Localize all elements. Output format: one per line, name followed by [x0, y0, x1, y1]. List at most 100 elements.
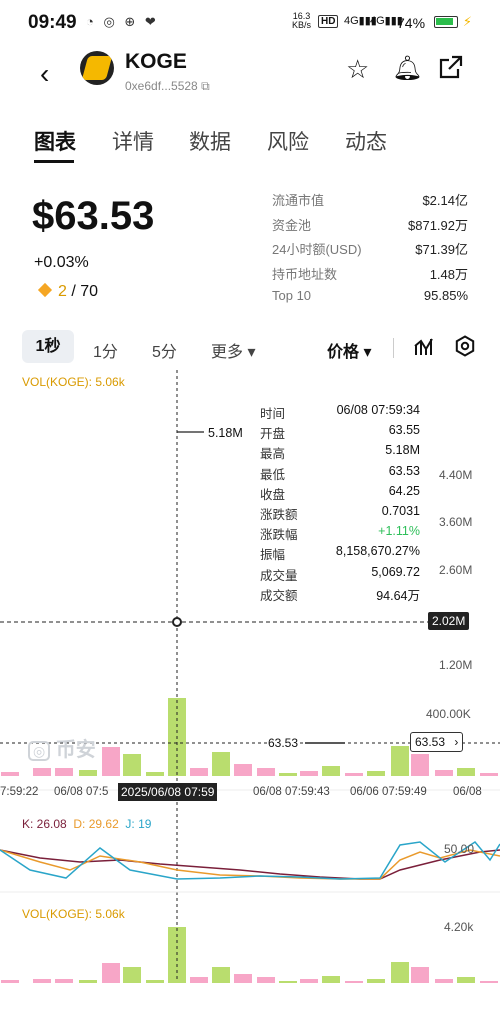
tooltip-row: 振幅 8,158,670.27% — [260, 544, 420, 564]
copy-icon[interactable]: ⧉ — [201, 79, 210, 93]
sub-volume-bar — [190, 977, 208, 983]
sub-vol-axis-label: 4.20k — [444, 920, 474, 934]
kdj-axis-label: 50.00 — [444, 842, 475, 856]
y-axis-label: 2.60M — [439, 563, 473, 577]
back-icon[interactable]: ‹ — [40, 58, 49, 90]
time-label: 06/06 07:59:49 — [350, 786, 427, 798]
tooltip-row: 涨跌额 0.7031 — [260, 504, 420, 524]
sub-volume-bar — [300, 979, 318, 983]
kdj-j-value: J: 19 — [125, 817, 152, 831]
token-address[interactable]: 0xe6df...5528 ⧉ — [125, 79, 210, 94]
crosshair-value-label: 2.02M — [428, 612, 470, 630]
crosshair-point — [172, 617, 182, 627]
volume-bar — [391, 746, 409, 776]
tooltip-label: 收盘 — [260, 487, 286, 502]
status-time: 09:49 — [28, 12, 77, 33]
sub-volume-bar — [279, 981, 297, 983]
sub-volume-bar — [480, 981, 498, 983]
sub-volume-bar — [55, 979, 73, 983]
sub-volume-bar — [33, 979, 51, 983]
stat-value: $871.92万 — [408, 217, 468, 233]
stat-value: $71.39亿 — [415, 242, 468, 257]
tooltip-label: 成交额 — [260, 588, 298, 603]
tooltip-row: 时间 06/08 07:59:34 — [260, 403, 420, 423]
sub-volume-bars — [1, 927, 498, 983]
volume-bar — [55, 768, 73, 776]
star-icon[interactable]: ☆ — [346, 54, 369, 85]
tooltip-label: 涨跌幅 — [260, 528, 298, 543]
sub-volume-bar — [146, 980, 164, 983]
volume-bar — [411, 754, 429, 776]
volume-bar — [190, 768, 208, 776]
token-header: ‹ KOGE 0xe6df...5528 ⧉ ☆ 🔔︎ — [0, 46, 500, 106]
last-price-tag-value: 63.53 — [415, 735, 446, 749]
tab-activity[interactable]: 动态 — [345, 126, 387, 156]
price-type-select[interactable]: 价格 ▾ — [327, 338, 371, 362]
indicator-icon[interactable] — [413, 336, 435, 363]
settings-gear-icon[interactable] — [454, 335, 476, 362]
tab-underline — [34, 160, 74, 163]
sub-volume-bar — [257, 977, 275, 983]
tab-risk[interactable]: 风险 — [267, 126, 309, 156]
sub-volume-bar — [457, 977, 475, 983]
stat-row: 资金池 $871.92万 — [272, 215, 468, 240]
tooltip-row: 成交量 5,069.72 — [260, 565, 420, 585]
volume-bar — [322, 766, 340, 776]
volume-bar — [212, 752, 230, 776]
stat-row: 24小时额(USD) $71.39亿 — [272, 239, 468, 264]
tooltip-value: 94.64万 — [376, 588, 420, 603]
status-bar: 09:49 ◔ ◎ ⊕ ❤ 16.3 KB/s HD 4G▮▮▮ 4G▮▮▮ 7… — [0, 0, 500, 46]
sub-vol-label: VOL(KOGE): 5.06k — [22, 907, 125, 921]
volume-bar — [435, 770, 453, 776]
tooltip-label: 振幅 — [260, 548, 286, 563]
volume-bar — [457, 768, 475, 776]
add-alert-bell-icon[interactable]: 🔔︎ — [392, 54, 422, 83]
tooltip-label: 最低 — [260, 467, 286, 482]
interval-5m[interactable]: 5分 — [152, 338, 177, 362]
interval-1m[interactable]: 1分 — [93, 338, 118, 362]
tooltip-row: 开盘 63.55 — [260, 423, 420, 443]
tab-data[interactable]: 数据 — [189, 126, 231, 156]
share-external-icon[interactable] — [438, 54, 464, 87]
sub-volume-bar — [345, 981, 363, 983]
rank-total: / 70 — [71, 283, 99, 300]
peak-label: 5.18M — [208, 426, 243, 440]
token-logo — [80, 51, 114, 85]
volume-bar — [234, 764, 252, 776]
volume-bar — [480, 773, 498, 776]
sub-volume-bar — [102, 963, 120, 983]
time-label: 06/08 07:5 — [54, 786, 109, 798]
stat-label: 24小时额(USD) — [272, 242, 362, 257]
stat-label: 资金池 — [272, 217, 312, 233]
volume-bar — [279, 773, 297, 776]
tooltip-value: +1.11% — [378, 524, 420, 539]
tooltip-value: 64.25 — [388, 483, 420, 498]
stat-row: 持币地址数 1.48万 — [272, 264, 468, 289]
tab-details[interactable]: 详情 — [112, 126, 154, 156]
main-vol-label: VOL(KOGE): 5.06k — [22, 375, 125, 389]
time-label: 06/08 07:59:43 — [253, 786, 330, 798]
interval-more[interactable]: 更多 ▾ — [211, 338, 255, 362]
time-label: 7:59:22 — [0, 786, 39, 798]
divider — [393, 338, 394, 358]
sub-volume-bar — [322, 976, 340, 983]
stat-value: 95.85% — [423, 288, 468, 303]
status-app-icons: ◔ ◎ ⊕ ❤ — [86, 14, 159, 29]
stat-label: 流通市值 — [272, 193, 325, 208]
stat-value: $2.14亿 — [422, 193, 468, 208]
tooltip-label: 开盘 — [260, 427, 286, 442]
volume-bar — [345, 773, 363, 776]
stat-label: 持币地址数 — [272, 266, 338, 282]
last-price-tag[interactable]: 63.53 › — [410, 732, 464, 752]
tooltip-label: 涨跌额 — [260, 507, 298, 522]
tab-chart[interactable]: 图表 — [34, 126, 76, 156]
hd-icon: HD — [318, 15, 339, 28]
battery-text: 74% — [397, 15, 426, 31]
tooltip-row: 最低 63.53 — [260, 464, 420, 484]
interval-1s[interactable]: 1秒 — [22, 330, 74, 363]
stat-value: 1.48万 — [429, 266, 468, 282]
kdj-j-line — [0, 841, 500, 880]
y-axis-label: 1.20M — [439, 658, 473, 672]
stat-row: 流通市值 $2.14亿 — [272, 190, 468, 215]
rank-indicator: 2 / 70 — [37, 282, 99, 301]
